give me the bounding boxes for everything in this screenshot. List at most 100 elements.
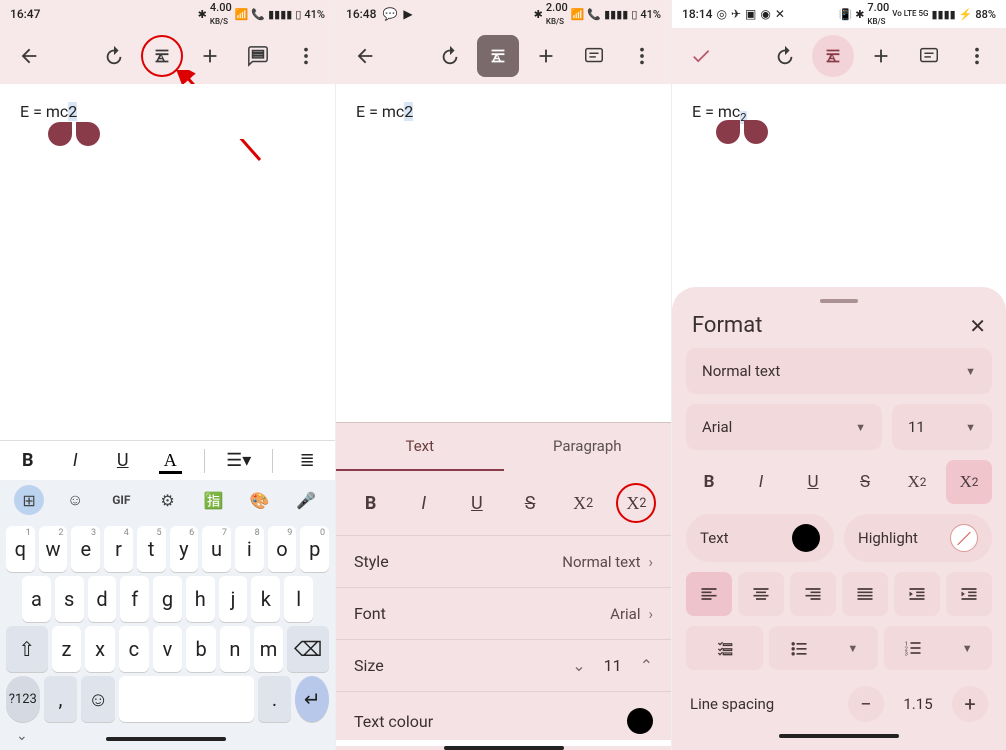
overflow-button[interactable] [956, 35, 998, 77]
overflow-button[interactable] [621, 35, 663, 77]
back-button[interactable] [8, 35, 50, 77]
key-comma[interactable]: , [44, 676, 78, 722]
comment-button[interactable] [573, 35, 615, 77]
gif-button[interactable]: GIF [106, 485, 136, 515]
close-button[interactable]: ✕ [969, 314, 986, 338]
key-e[interactable]: e3 [71, 526, 100, 572]
superscript-button[interactable]: X2 [563, 483, 603, 523]
key-p[interactable]: p0 [300, 526, 329, 572]
strike-button[interactable]: S [842, 460, 888, 504]
bold-button[interactable]: B [14, 450, 42, 471]
grid-icon[interactable]: ⊞ [14, 485, 44, 515]
add-button[interactable] [189, 35, 231, 77]
key-u[interactable]: u7 [202, 526, 231, 572]
key-t[interactable]: t5 [137, 526, 166, 572]
add-button[interactable] [525, 35, 567, 77]
key-q[interactable]: q1 [6, 526, 35, 572]
italic-button[interactable]: I [738, 460, 784, 504]
key-space[interactable] [119, 676, 254, 722]
overflow-button[interactable] [285, 35, 327, 77]
key-m[interactable]: m [254, 626, 284, 672]
comment-button[interactable] [908, 35, 950, 77]
key-z[interactable]: z [52, 626, 82, 672]
undo-button[interactable] [429, 35, 471, 77]
key-enter[interactable]: ↵ [295, 676, 329, 722]
done-button[interactable] [680, 35, 722, 77]
add-button[interactable] [860, 35, 902, 77]
size-increase-button[interactable]: ⌃ [640, 656, 653, 675]
key-o[interactable]: o9 [268, 526, 297, 572]
text-colour-row[interactable]: Text colour [336, 691, 671, 740]
key-k[interactable]: k [251, 576, 280, 622]
tab-paragraph[interactable]: Paragraph [504, 423, 672, 471]
size-decrease-button[interactable]: ⌄ [572, 656, 585, 675]
strike-button[interactable]: S [510, 483, 550, 523]
key-emoji[interactable]: ☺ [81, 676, 115, 722]
key-c[interactable]: c [119, 626, 149, 672]
key-period[interactable]: . [258, 676, 292, 722]
key-x[interactable]: x [85, 626, 115, 672]
text-color-button[interactable]: A [157, 450, 185, 471]
highlight-pill[interactable]: Highlight [844, 514, 992, 562]
key-h[interactable]: h [186, 576, 215, 622]
subscript-button[interactable]: X2 [616, 483, 656, 523]
text-color-pill[interactable]: Text [686, 514, 834, 562]
checklist-button[interactable] [686, 626, 763, 670]
list-button[interactable]: ≣ [293, 450, 321, 471]
document-area[interactable]: E = mc2 [672, 84, 1006, 142]
align-left-button[interactable] [686, 572, 732, 616]
key-d[interactable]: d [88, 576, 117, 622]
key-l[interactable]: l [284, 576, 313, 622]
font-select[interactable]: Arial ▼ [686, 404, 882, 450]
align-center-button[interactable] [738, 572, 784, 616]
key-s[interactable]: s [55, 576, 84, 622]
font-row[interactable]: Font Arial› [336, 587, 671, 639]
key-f[interactable]: f [120, 576, 149, 622]
size-select[interactable]: 11 ▼ [892, 404, 992, 450]
palette-icon[interactable]: 🎨 [245, 485, 275, 515]
key-j[interactable]: j [219, 576, 248, 622]
drag-handle[interactable] [820, 299, 858, 303]
key-g[interactable]: g [153, 576, 182, 622]
key-r[interactable]: r4 [104, 526, 133, 572]
superscript-button[interactable]: X2 [894, 460, 940, 504]
tab-text[interactable]: Text [336, 423, 504, 471]
nav-pill[interactable] [106, 737, 226, 741]
selection-handles[interactable] [716, 120, 768, 148]
translate-icon[interactable]: 🈯 [199, 485, 229, 515]
underline-button[interactable]: U [109, 450, 137, 471]
undo-button[interactable] [764, 35, 806, 77]
italic-button[interactable]: I [62, 450, 90, 471]
key-b[interactable]: b [186, 626, 216, 672]
numbered-list-button[interactable]: 123 ▼ [884, 626, 992, 670]
document-area[interactable]: E = mc2 [0, 84, 335, 139]
key-symbols[interactable]: ?123 [6, 676, 40, 722]
nav-pill[interactable] [444, 746, 564, 750]
underline-button[interactable]: U [457, 483, 497, 523]
indent-decrease-button[interactable] [894, 572, 940, 616]
subscript-button[interactable]: X2 [946, 460, 992, 504]
italic-button[interactable]: I [404, 483, 444, 523]
selection-handles[interactable] [48, 122, 100, 150]
comment-button[interactable] [237, 35, 279, 77]
underline-button[interactable]: U [790, 460, 836, 504]
align-right-button[interactable] [790, 572, 836, 616]
bold-button[interactable]: B [686, 460, 732, 504]
spacing-increase-button[interactable]: + [952, 686, 988, 722]
document-area[interactable]: E = mc2 [336, 84, 671, 139]
sticker-icon[interactable]: ☺ [60, 485, 90, 515]
settings-icon[interactable]: ⚙ [152, 485, 182, 515]
key-shift[interactable]: ⇧ [6, 626, 48, 672]
key-w[interactable]: w2 [39, 526, 68, 572]
keyboard-collapse-icon[interactable]: ⌄ [16, 728, 28, 744]
key-i[interactable]: i8 [235, 526, 264, 572]
back-button[interactable] [344, 35, 386, 77]
key-a[interactable]: a [22, 576, 51, 622]
undo-button[interactable] [93, 35, 135, 77]
style-row[interactable]: Style Normal text› [336, 535, 671, 587]
bullet-list-button[interactable]: ▼ [769, 626, 877, 670]
key-y[interactable]: y6 [170, 526, 199, 572]
nav-pill[interactable] [779, 734, 899, 738]
format-button[interactable] [477, 35, 519, 77]
bold-button[interactable]: B [351, 483, 391, 523]
